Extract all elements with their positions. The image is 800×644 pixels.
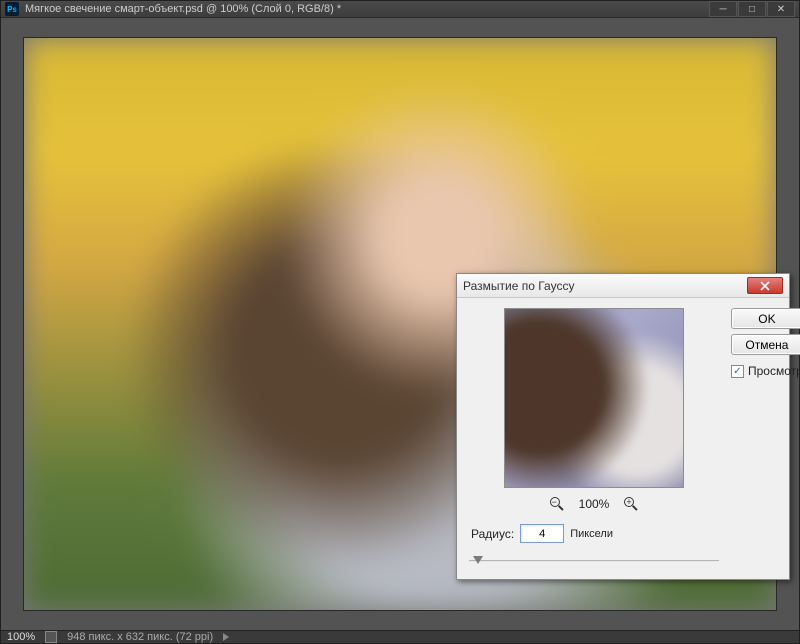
preview-checkbox[interactable]: ✓ xyxy=(731,365,744,378)
cancel-button[interactable]: Отмена xyxy=(731,334,800,355)
dialog-left-panel: − 100% + Радиус: Пиксели xyxy=(467,308,721,569)
zoom-out-icon[interactable]: − xyxy=(549,496,565,512)
ok-button[interactable]: OK xyxy=(731,308,800,329)
maximize-button[interactable]: □ xyxy=(738,1,766,17)
dialog-right-panel: OK Отмена ✓ Просмотр xyxy=(731,308,800,569)
app-titlebar: Ps Мягкое свечение смарт-объект.psd @ 10… xyxy=(1,1,799,18)
radius-label: Радиус: xyxy=(471,527,514,541)
minimize-button[interactable]: ─ xyxy=(709,1,737,17)
preview-zoom-label: 100% xyxy=(579,497,610,511)
zoom-in-icon[interactable]: + xyxy=(623,496,639,512)
preview-checkbox-row[interactable]: ✓ Просмотр xyxy=(731,364,800,378)
close-icon xyxy=(759,281,771,291)
zoom-level[interactable]: 100% xyxy=(7,631,35,643)
disclosure-icon[interactable] xyxy=(223,633,229,641)
radius-row: Радиус: Пиксели xyxy=(467,524,721,543)
dialog-titlebar[interactable]: Размытие по Гауссу xyxy=(457,274,789,298)
preview-checkbox-label: Просмотр xyxy=(748,364,800,378)
radius-slider[interactable] xyxy=(467,553,721,569)
status-bar: 100% 948 пикс. x 632 пикс. (72 ppi) xyxy=(1,630,799,643)
slider-thumb[interactable] xyxy=(473,556,483,564)
radius-input[interactable] xyxy=(520,524,564,543)
close-window-button[interactable]: ✕ xyxy=(767,1,795,17)
gaussian-blur-dialog: Размытие по Гауссу − 100% + Радиус: xyxy=(456,273,790,580)
window-controls: ─ □ ✕ xyxy=(709,1,795,17)
radius-unit: Пиксели xyxy=(570,528,613,540)
dialog-close-button[interactable] xyxy=(747,277,783,294)
slider-track xyxy=(469,560,719,562)
document-title: Мягкое свечение смарт-объект.psd @ 100% … xyxy=(25,3,709,15)
dialog-title: Размытие по Гауссу xyxy=(463,279,747,293)
dialog-body: − 100% + Радиус: Пиксели OK Отмена ✓ xyxy=(457,298,789,579)
doc-info-icon[interactable] xyxy=(45,631,57,643)
photoshop-icon: Ps xyxy=(5,2,19,16)
doc-dimensions: 948 пикс. x 632 пикс. (72 ppi) xyxy=(67,631,213,643)
preview-image xyxy=(504,308,684,488)
preview-zoom-controls: − 100% + xyxy=(549,496,640,512)
filter-preview[interactable] xyxy=(504,308,684,488)
